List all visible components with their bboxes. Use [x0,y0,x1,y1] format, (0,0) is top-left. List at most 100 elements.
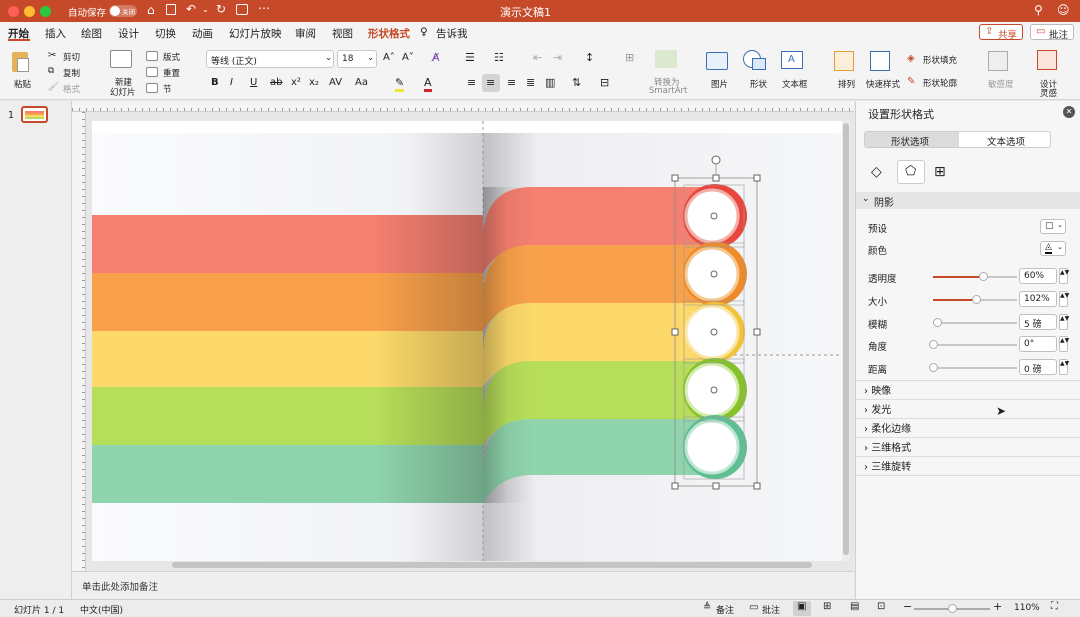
slide-thumbnail[interactable] [21,106,48,123]
comments-button[interactable]: ▭ 批注 [1030,24,1074,41]
present-icon[interactable] [236,4,248,15]
align-left-icon[interactable]: ≡ [467,76,476,89]
smartart-icon[interactable] [655,50,677,68]
notes-toggle-button[interactable]: 备注 [716,603,734,616]
shape-outline-icon[interactable]: ✎ [907,76,915,87]
copy-icon[interactable]: ⧉ [48,66,54,76]
shadow-prop-stepper[interactable]: ▲▼ [1059,359,1069,375]
tab-shape-options[interactable]: 形状选项 [865,132,959,148]
clear-format-icon[interactable]: A̸ [432,51,440,64]
preset-dropdown[interactable]: ▢ ⌄ [1040,219,1066,234]
account-icon[interactable]: ☺ [1057,3,1070,17]
notes-pane[interactable]: 单击此处添加备注 [72,571,854,599]
close-pane-button[interactable]: ✕ [1063,106,1075,118]
section-glow[interactable]: › 发光 [864,401,891,416]
columns-icon[interactable]: ▥ [545,76,555,89]
format-painter-icon[interactable]: 🖌 [48,82,59,92]
tab-view[interactable]: 视图 [332,26,353,41]
autosave-toggle[interactable]: 关闭 [109,5,137,17]
section-reflection[interactable]: › 映像 [864,382,891,397]
tab-transitions[interactable]: 切换 [155,26,176,41]
convert-smartart-label-2[interactable]: SmartArt [649,86,687,96]
zoom-in-icon[interactable]: + [993,600,1002,613]
shape-fill-button[interactable]: 形状填充 [923,54,957,66]
numbering-icon[interactable]: ☷ [494,51,504,64]
sorter-view-icon[interactable]: ⊞ [823,601,831,612]
layout-button[interactable]: 版式 [163,51,180,63]
quick-styles-button[interactable]: 快速样式 [866,78,900,90]
shadow-prop-slider[interactable] [933,322,1017,324]
shadow-prop-value-field[interactable]: 0 磅 [1019,359,1057,375]
format-painter-button[interactable]: 格式 [63,83,80,95]
strikethrough-icon[interactable]: ab [270,77,282,88]
shadow-prop-stepper[interactable]: ▲▼ [1059,291,1069,307]
text-direction-icon[interactable]: ⇅ [572,76,581,89]
zoom-out-icon[interactable]: − [903,600,912,613]
superscript-icon[interactable]: x² [291,77,301,88]
tab-insert[interactable]: 插入 [45,26,66,41]
increase-font-icon[interactable]: A˄ [383,52,395,63]
shadow-prop-stepper[interactable]: ▲▼ [1059,336,1069,352]
bullets-icon[interactable]: ☰ [465,51,475,64]
notes-icon[interactable]: ≜ [703,602,711,613]
shadow-prop-value-field[interactable]: 102% [1019,291,1057,307]
zoom-window-button[interactable] [40,6,51,17]
designer-icon[interactable] [1037,50,1057,70]
shadow-prop-slider-knob[interactable] [972,295,981,304]
picture-icon[interactable] [706,52,728,70]
tab-tell-me[interactable]: 告诉我 [436,26,468,41]
shape-fill-icon[interactable]: ◈ [907,53,915,64]
line-spacing-icon[interactable]: ↕ [585,51,594,64]
layout-icon[interactable] [146,51,158,61]
fill-line-icon[interactable]: ◇ [871,164,882,180]
share-button[interactable]: ⇪ 共享 [979,24,1023,41]
smartart-small-icon[interactable]: ⊞ [625,51,634,64]
tab-shape-format[interactable]: 形状格式 [368,26,410,41]
sensitivity-icon[interactable] [988,51,1008,71]
horizontal-scroll-thumb[interactable] [172,562,812,568]
reset-button[interactable]: 重置 [163,67,180,79]
arrange-button[interactable]: 排列 [838,78,855,90]
vertical-scrollbar[interactable] [842,121,850,561]
copy-button[interactable]: 复制 [63,67,80,79]
section-icon[interactable] [146,83,158,93]
notes-placeholder[interactable]: 单击此处添加备注 [82,579,158,593]
increase-indent-icon[interactable]: ⇥ [553,51,562,64]
zoom-slider-knob[interactable] [948,604,957,613]
cut-icon[interactable]: ✂ [48,50,56,61]
sensitivity-button[interactable]: 敏感度 [988,78,1014,90]
font-name-select[interactable]: 等线 (正文) ⌄ [206,50,334,68]
undo-icon[interactable]: ↶ [186,2,196,16]
decrease-indent-icon[interactable]: ⇤ [533,51,542,64]
vertical-ruler[interactable] [72,112,86,571]
shape-outline-button[interactable]: 形状轮廓 [923,77,957,89]
italic-icon[interactable]: I [230,77,233,88]
shadow-prop-slider-knob[interactable] [979,272,988,281]
reading-view-icon[interactable]: ▤ [850,601,859,612]
tab-text-options[interactable]: 文本选项 [987,134,1025,148]
search-icon[interactable]: ⚲ [1034,3,1043,17]
cut-button[interactable]: 剪切 [63,51,80,63]
close-window-button[interactable] [8,6,19,17]
align-right-icon[interactable]: ≡ [507,76,516,89]
tab-animations[interactable]: 动画 [192,26,213,41]
shadow-prop-stepper[interactable]: ▲▼ [1059,314,1069,330]
picture-button[interactable]: 图片 [711,78,728,90]
shadow-prop-slider[interactable] [933,344,1017,346]
char-spacing-icon[interactable]: AV [329,77,342,88]
shadow-prop-stepper[interactable]: ▲▼ [1059,268,1069,284]
fit-window-icon[interactable]: ⛶ [1051,601,1058,612]
shape-button[interactable]: 形状 [750,78,767,90]
vertical-scroll-thumb[interactable] [843,123,849,555]
shadow-prop-value-field[interactable]: 5 磅 [1019,314,1057,330]
size-properties-icon[interactable]: ⊞ [934,164,946,180]
section-3d-rotation[interactable]: › 三维旋转 [864,458,911,473]
shadow-prop-value-field[interactable]: 60% [1019,268,1057,284]
slide-canvas[interactable] [92,121,844,561]
comments-icon[interactable]: ▭ [749,602,758,613]
shadow-prop-slider-knob[interactable] [929,363,938,372]
designer-label-2[interactable]: 灵感 [1040,87,1057,99]
decrease-font-icon[interactable]: A˅ [402,52,414,63]
section-button[interactable]: 节 [163,83,172,95]
underline-icon[interactable]: U [250,77,257,88]
